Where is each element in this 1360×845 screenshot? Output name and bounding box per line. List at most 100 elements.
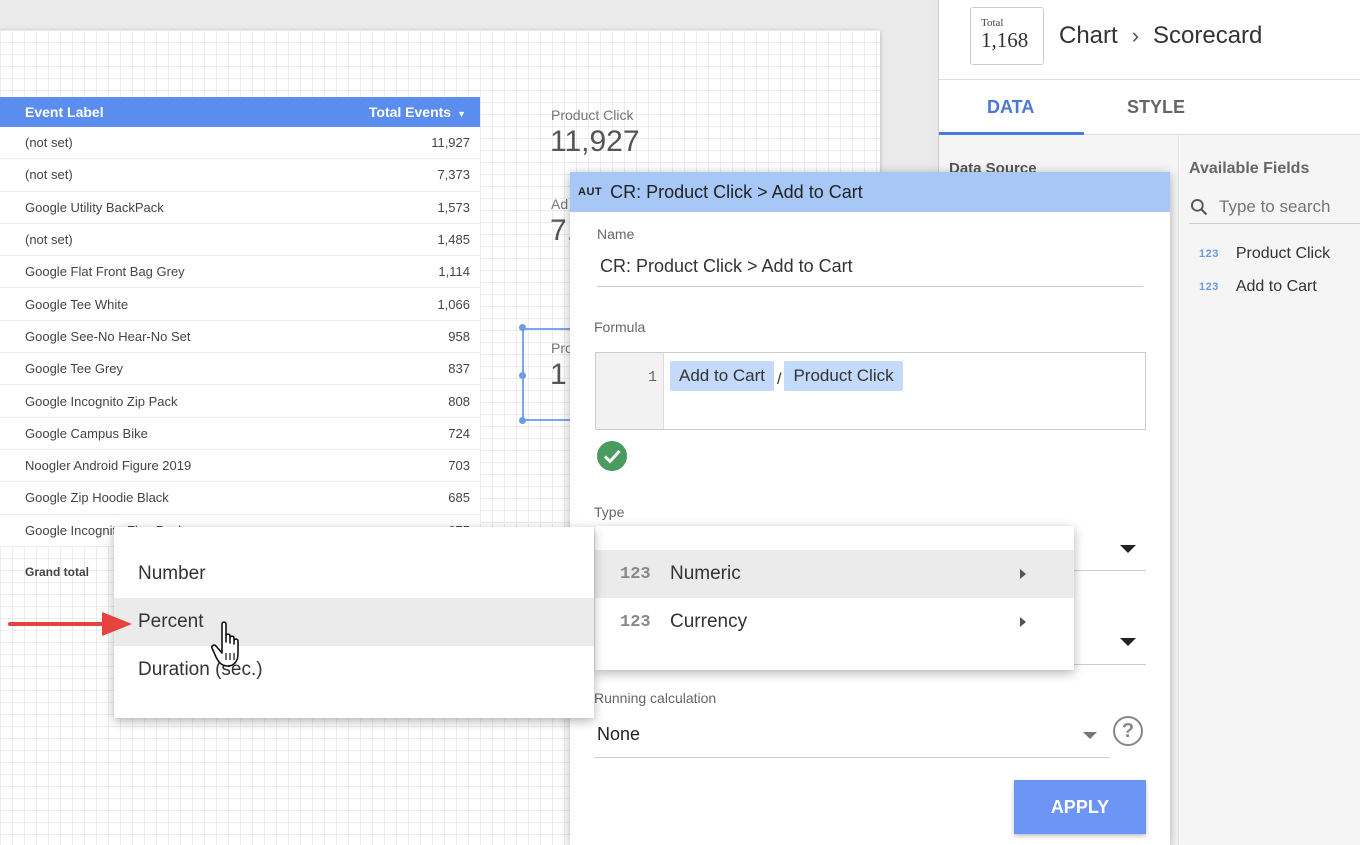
event-label-cell: Google Tee Grey [25, 361, 124, 377]
resize-handle[interactable] [519, 324, 526, 331]
name-field[interactable]: CR: Product Click > Add to Cart [600, 256, 853, 277]
breadcrumb: Chart › Scorecard [1059, 22, 1262, 50]
dialog-title: CR: Product Click > Add to Cart [610, 181, 863, 202]
table-row[interactable]: Google Zip Hoodie Black 685 [0, 482, 480, 515]
event-label-cell: Google Utility BackPack [25, 199, 164, 215]
available-fields-column: Available Fields 123 Product Click 123 A… [1180, 135, 1360, 845]
column-header-event-label[interactable]: Event Label [25, 104, 104, 120]
grand-total-label: Grand total [25, 565, 90, 579]
scorecard-value: 11,927 [550, 125, 640, 158]
table-row[interactable]: Noogler Android Figure 2019 703 [0, 450, 480, 483]
field-name: Add to Cart [1235, 278, 1317, 295]
available-fields-title: Available Fields [1189, 160, 1310, 177]
field-item-add-to-cart[interactable]: 123 Add to Cart [1199, 278, 1317, 296]
currency-type-icon: 123 [620, 612, 651, 632]
format-select-underline [1074, 664, 1146, 665]
submenu-arrow-icon [1020, 617, 1026, 627]
event-label-cell: Google See-No Hear-No Set [25, 328, 191, 344]
formula-editor[interactable]: 1 Add to Cart / Product Click [595, 352, 1146, 430]
formula-field-chip[interactable]: Product Click [784, 361, 903, 391]
dropdown-arrow-icon[interactable] [1083, 732, 1097, 739]
formula-valid-check-icon [597, 441, 627, 471]
numeric-field-icon: 123 [1199, 281, 1219, 293]
event-label-cell: Google Flat Front Bag Grey [25, 264, 185, 280]
formula-content[interactable]: Add to Cart / Product Click [664, 353, 909, 429]
total-events-cell: 724 [448, 425, 470, 441]
total-events-cell: 1,573 [437, 199, 470, 215]
breadcrumb-chart[interactable]: Chart [1059, 22, 1118, 50]
scorecard-chart-icon: Total 1,168 [970, 7, 1044, 65]
sort-desc-icon[interactable]: ▼ [457, 109, 466, 119]
table-row[interactable]: Google Flat Front Bag Grey 1,114 [0, 256, 480, 289]
total-events-cell: 837 [448, 361, 470, 377]
running-select-underline [594, 757, 1110, 758]
numeric-type-icon: 123 [620, 564, 651, 584]
total-events-cell: 1,066 [437, 296, 470, 312]
event-label-cell: Google Tee White [25, 296, 129, 312]
panel-header: Total 1,168 Chart › Scorecard [939, 0, 1360, 80]
menu-item-number[interactable]: Number [114, 550, 594, 598]
total-events-cell: 11,927 [431, 135, 470, 151]
table-row[interactable]: (not set) 11,927 [0, 127, 480, 160]
apply-button[interactable]: APPLY [1014, 780, 1146, 834]
total-events-cell: 7,373 [437, 167, 470, 183]
panel-tabs: DATA STYLE [939, 80, 1360, 135]
total-events-cell: 958 [448, 328, 470, 344]
event-label-cell: (not set) [25, 135, 73, 151]
aggregation-type-badge: AUT [578, 186, 603, 198]
event-label-cell: Google Campus Bike [25, 425, 148, 441]
event-label-cell: (not set) [25, 232, 73, 248]
menu-item-currency[interactable]: 123 Currency [595, 598, 1074, 646]
table-row[interactable]: Google Incognito Zip Pack 808 [0, 385, 480, 418]
data-table[interactable]: Event Label Total Events ▼ (not set) 11,92… [0, 97, 480, 547]
type-select-underline [1074, 570, 1146, 571]
field-search[interactable] [1189, 190, 1360, 224]
tab-data[interactable]: DATA [987, 97, 1034, 118]
dialog-header: AUT CR: Product Click > Add to Cart [570, 172, 1170, 212]
field-item-product-click[interactable]: 123 Product Click [1199, 245, 1330, 263]
resize-handle[interactable] [519, 417, 526, 424]
field-name: Product Click [1235, 245, 1331, 262]
search-icon [1191, 198, 1208, 215]
resize-handle[interactable] [519, 372, 526, 379]
dropdown-arrow-icon[interactable] [1120, 545, 1136, 553]
type-label: Type [594, 504, 625, 520]
line-number: 1 [596, 353, 664, 429]
chart-icon-value: 1,168 [981, 28, 1029, 52]
type-menu: 123 Numeric 123 Currency [595, 526, 1074, 670]
menu-item-duration[interactable]: Duration (sec.) [114, 646, 594, 694]
tab-style[interactable]: STYLE [1127, 97, 1185, 118]
numeric-format-submenu: Number Percent Duration (sec.) [114, 527, 594, 718]
table-row[interactable]: Google Tee Grey 837 [0, 353, 480, 386]
total-events-cell: 703 [448, 458, 470, 474]
event-label-cell: Google Incognito Zip Pack [25, 393, 178, 409]
table-row[interactable]: Google Tee White 1,066 [0, 288, 480, 321]
table-row[interactable]: Google Campus Bike 724 [0, 418, 480, 450]
formula-field-chip[interactable]: Add to Cart [670, 361, 774, 391]
scorecard-label: Ad [551, 196, 569, 212]
search-input[interactable] [1219, 196, 1349, 217]
table-row[interactable]: (not set) 1,485 [0, 224, 480, 257]
numeric-field-icon: 123 [1199, 248, 1219, 260]
table-row[interactable]: Google Utility BackPack 1,573 [0, 192, 480, 224]
menu-item-label: Numeric [670, 563, 741, 584]
dropdown-arrow-icon[interactable] [1120, 638, 1136, 646]
total-events-cell: 685 [448, 490, 470, 506]
menu-item-label: Currency [670, 611, 748, 632]
event-label-cell: (not set) [25, 167, 73, 183]
help-icon[interactable]: ? [1113, 716, 1143, 746]
menu-item-percent[interactable]: Percent [114, 598, 594, 646]
event-label-cell: Google Zip Hoodie Black [25, 490, 169, 506]
total-events-cell: 1,114 [438, 264, 470, 280]
table-header[interactable]: Event Label Total Events ▼ [0, 97, 480, 127]
annotation-arrow-icon [8, 612, 132, 636]
formula-operator: / [777, 371, 782, 388]
calculated-field-dialog: AUT CR: Product Click > Add to Cart Name… [570, 172, 1170, 845]
running-calculation-select[interactable]: None [597, 724, 640, 745]
table-row[interactable]: Google See-No Hear-No Set 958 [0, 321, 480, 354]
name-underline [597, 286, 1143, 287]
formula-label: Formula [594, 319, 646, 335]
table-row[interactable]: (not set) 7,373 [0, 159, 480, 192]
menu-item-numeric[interactable]: 123 Numeric [595, 550, 1074, 598]
column-header-total-events[interactable]: Total Events ▼ [369, 104, 466, 120]
